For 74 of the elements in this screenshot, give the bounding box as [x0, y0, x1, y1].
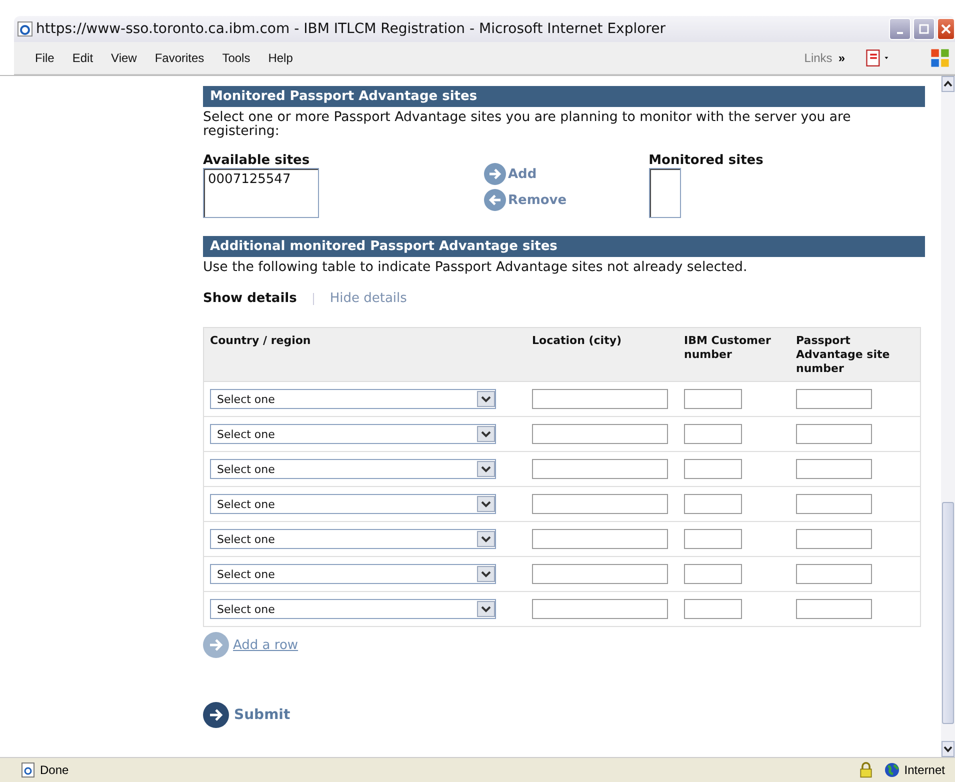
- arrow-right-icon: [484, 163, 506, 185]
- zone-text: Internet: [904, 763, 945, 777]
- list-box[interactable]: [648, 168, 681, 218]
- country-dropdown[interactable]: Select one: [210, 389, 496, 409]
- scroll-down-button[interactable]: [941, 741, 955, 757]
- menu-item[interactable]: Tools: [213, 51, 260, 65]
- country-dropdown[interactable]: Select one: [210, 529, 496, 549]
- links-label[interactable]: Links: [804, 51, 832, 65]
- list-option[interactable]: 0007125547: [208, 172, 314, 187]
- chevron-button[interactable]: »: [838, 51, 845, 65]
- column-header: Passport Advantage site number: [790, 328, 920, 382]
- input-field[interactable]: [532, 529, 668, 549]
- input-field[interactable]: [532, 459, 668, 479]
- input-field[interactable]: [684, 599, 742, 619]
- column-header: Country / region: [204, 328, 526, 382]
- input-field[interactable]: [532, 389, 668, 409]
- submit-button[interactable]: Submit: [203, 702, 290, 728]
- country-dropdown[interactable]: Select one: [210, 494, 496, 514]
- windows-logo-icon: [929, 47, 951, 69]
- column-header: Location (city): [526, 328, 678, 382]
- globe-icon: [884, 762, 900, 778]
- input-field[interactable]: [796, 424, 872, 444]
- input-field[interactable]: [684, 459, 742, 479]
- input-field[interactable]: [532, 494, 668, 514]
- input-field[interactable]: [684, 424, 742, 444]
- country-dropdown[interactable]: Select one: [210, 424, 496, 444]
- close-icon: [941, 24, 951, 34]
- input-field[interactable]: [684, 564, 742, 584]
- minimize-icon: [897, 32, 903, 34]
- country-dropdown[interactable]: Select one: [210, 459, 496, 479]
- menu-item[interactable]: Favorites: [146, 51, 214, 65]
- minimize-button[interactable]: [889, 18, 911, 40]
- input-field[interactable]: [532, 564, 668, 584]
- menu-item[interactable]: Help: [259, 51, 302, 65]
- input-field[interactable]: [532, 599, 668, 619]
- status-text: Done: [40, 763, 69, 777]
- field-label: Available sites: [203, 153, 311, 168]
- input-field[interactable]: [684, 494, 742, 514]
- page-icon: [20, 762, 36, 778]
- country-dropdown[interactable]: Select one: [210, 564, 496, 584]
- arrow-left-icon: [484, 189, 506, 211]
- remove-button[interactable]: Remove: [484, 189, 567, 211]
- details-link[interactable]: Show details: [203, 291, 297, 306]
- scrollbar[interactable]: [941, 76, 955, 757]
- intro-text: Select one or more Passport Advantage sites you are planning to monitor with the server you are registering:: [203, 111, 852, 139]
- input-field[interactable]: [796, 389, 872, 409]
- scroll-thumb[interactable]: [942, 502, 954, 724]
- input-field[interactable]: [796, 599, 872, 619]
- input-field[interactable]: [532, 424, 668, 444]
- input-field[interactable]: [684, 389, 742, 409]
- input-field[interactable]: [796, 564, 872, 584]
- input-field[interactable]: [684, 529, 742, 549]
- input-field[interactable]: [796, 529, 872, 549]
- input-field[interactable]: [796, 459, 872, 479]
- list-box[interactable]: 0007125547: [203, 168, 319, 218]
- input-field[interactable]: [796, 494, 872, 514]
- lock-icon: [858, 762, 874, 778]
- scroll-up-button[interactable]: [941, 76, 955, 92]
- close-button[interactable]: [937, 18, 955, 40]
- maximize-icon: [919, 24, 929, 34]
- menu-item[interactable]: View: [102, 51, 146, 65]
- maximize-button[interactable]: [913, 18, 935, 40]
- browser-icon: [17, 21, 33, 37]
- menu-item[interactable]: Edit: [63, 51, 102, 65]
- intro-text: Use the following table to indicate Passport Advantage sites not already selected.: [203, 261, 748, 275]
- menu-item[interactable]: File: [26, 51, 64, 65]
- window-title: https://www-sso.toronto.ca.ibm.com - IBM ITLCM Registration - Microsoft Internet Explorer: [36, 21, 666, 37]
- column-header: IBM Customer number: [678, 328, 790, 382]
- section-header: Additional monitored Passport Advantage sites: [203, 236, 925, 257]
- section-header: Monitored Passport Advantage sites: [203, 86, 925, 107]
- add-button[interactable]: Add: [484, 163, 567, 185]
- country-dropdown[interactable]: Select one: [210, 599, 496, 619]
- arrow-right-icon: [203, 702, 229, 728]
- field-label: Monitored sites: [648, 153, 764, 168]
